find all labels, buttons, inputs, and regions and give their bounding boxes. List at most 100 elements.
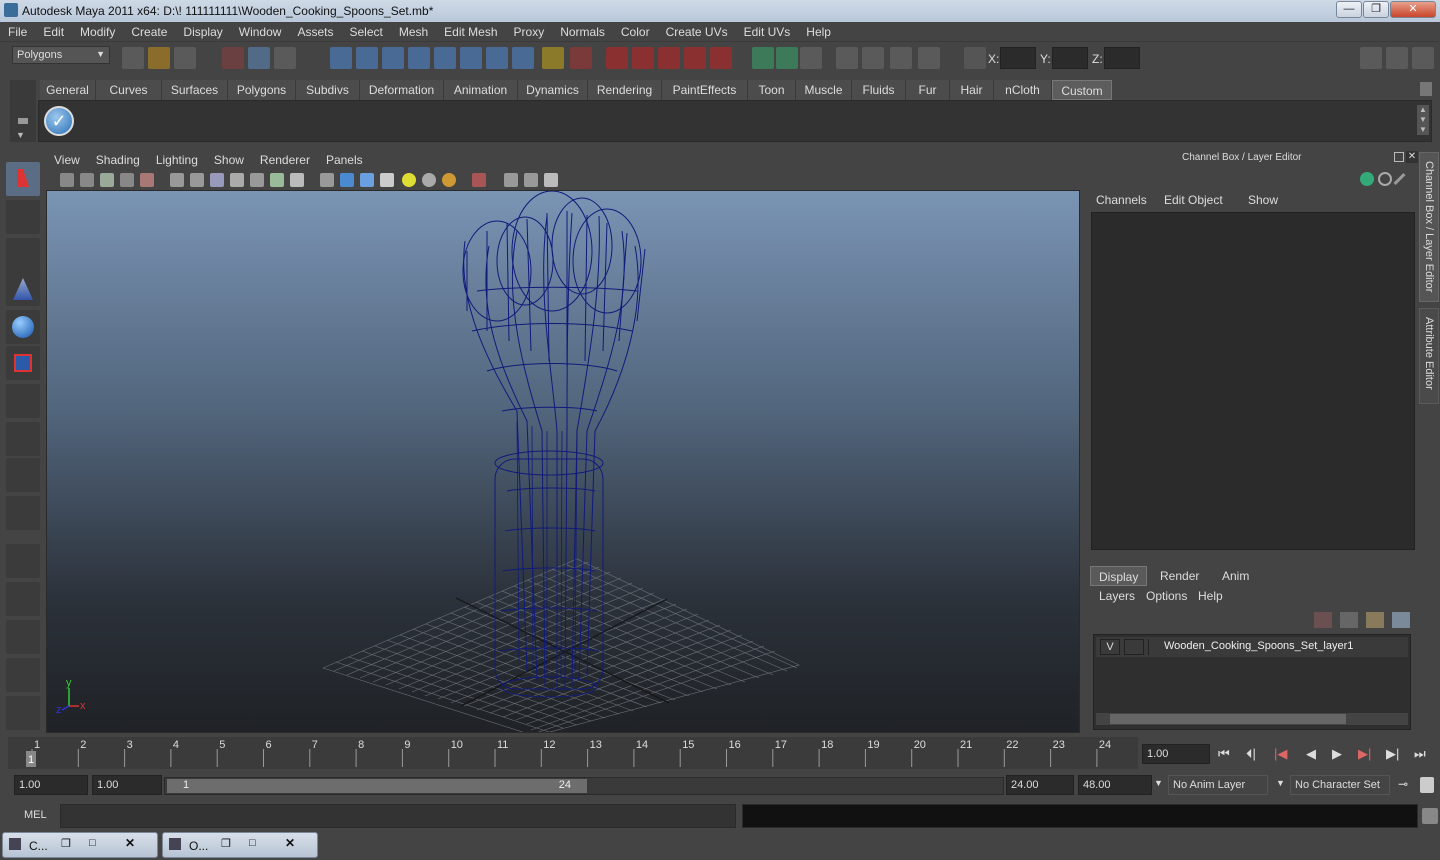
cb-menu-show[interactable]: Show: [1248, 193, 1278, 207]
play-forwards-icon[interactable]: ▶: [1332, 746, 1342, 762]
vp-menu-panels[interactable]: Panels: [318, 150, 371, 170]
tab-rendering[interactable]: Rendering: [588, 80, 662, 100]
key-icon[interactable]: ⊸: [1398, 777, 1408, 791]
menu-edit-mesh[interactable]: Edit Mesh: [436, 22, 505, 42]
mel-label[interactable]: MEL: [24, 809, 47, 821]
render-view-icon[interactable]: [710, 47, 732, 69]
menu-file[interactable]: File: [0, 22, 35, 42]
menu-assets[interactable]: Assets: [289, 22, 341, 42]
vp-menu-lighting[interactable]: Lighting: [148, 150, 206, 170]
rotate-tool-icon[interactable]: [6, 310, 40, 344]
construction-history-icon[interactable]: [570, 47, 592, 69]
last-tool-slot[interactable]: [6, 496, 40, 530]
command-input[interactable]: [60, 804, 736, 828]
film-gate-icon[interactable]: [190, 173, 204, 187]
lasso-tool-icon[interactable]: [6, 200, 40, 234]
tab-dynamics[interactable]: Dynamics: [518, 80, 588, 100]
scale-tool-icon[interactable]: [6, 346, 40, 380]
input-line-icon[interactable]: [752, 47, 774, 69]
tab-polygons[interactable]: Polygons: [228, 80, 296, 100]
restore-icon[interactable]: ❐: [61, 837, 71, 850]
scene-start-field[interactable]: 1.00: [14, 775, 88, 795]
vp-menu-renderer[interactable]: Renderer: [252, 150, 318, 170]
clapper-icon[interactable]: [862, 47, 884, 69]
input-mode-icon[interactable]: [776, 47, 798, 69]
step-forward-key-icon[interactable]: ▶|: [1358, 746, 1371, 762]
trash-icon[interactable]: [1420, 82, 1432, 96]
menu-create-uvs[interactable]: Create UVs: [658, 22, 736, 42]
snap-point-icon[interactable]: [382, 47, 404, 69]
play-backwards-icon[interactable]: ◀: [1306, 746, 1316, 762]
xray-components-icon[interactable]: [544, 173, 558, 187]
menu-mesh[interactable]: Mesh: [391, 22, 436, 42]
select-hierarchy-icon[interactable]: [222, 47, 244, 69]
isolate-select-icon[interactable]: [472, 173, 486, 187]
safe-action-icon[interactable]: [270, 173, 284, 187]
script-editor-icon[interactable]: [1422, 808, 1438, 824]
tab-render[interactable]: Render: [1152, 566, 1207, 586]
lock-icon[interactable]: [542, 47, 564, 69]
minimized-window-1[interactable]: C... ❐ □ ✕: [2, 832, 158, 858]
mental-ray-icon[interactable]: [918, 47, 940, 69]
menu-select[interactable]: Select: [341, 22, 390, 42]
vp-menu-show[interactable]: Show: [206, 150, 252, 170]
menu-window[interactable]: Window: [231, 22, 290, 42]
snap-view-icon[interactable]: [408, 47, 430, 69]
snap-grid-icon[interactable]: [330, 47, 352, 69]
close-panel-icon[interactable]: ✕: [1406, 151, 1418, 163]
menu-create[interactable]: Create: [123, 22, 175, 42]
tab-painteffects[interactable]: PaintEffects: [662, 80, 748, 100]
maximize-icon[interactable]: □: [249, 837, 256, 849]
tab-subdivs[interactable]: Subdivs: [296, 80, 360, 100]
minimized-window-2[interactable]: O... ❐ □ ✕: [162, 832, 318, 858]
menu-modify[interactable]: Modify: [72, 22, 123, 42]
layer-color-swatch[interactable]: [1148, 639, 1160, 655]
menu-display[interactable]: Display: [175, 22, 230, 42]
perspective-viewport[interactable]: y x z: [46, 190, 1080, 733]
menu-edit[interactable]: Edit: [35, 22, 72, 42]
menu-edit-uvs[interactable]: Edit UVs: [736, 22, 799, 42]
tab-surfaces[interactable]: Surfaces: [162, 80, 228, 100]
z-field[interactable]: [1104, 47, 1140, 69]
tab-channel-box[interactable]: Channel Box / Layer Editor: [1419, 152, 1439, 302]
snap-live-icon[interactable]: [434, 47, 456, 69]
shelf-scroll-arrows[interactable]: ▲ ▼ ▼: [1417, 105, 1429, 135]
tab-toon[interactable]: Toon: [748, 80, 796, 100]
wireframe-icon[interactable]: [320, 173, 334, 187]
x-field[interactable]: [1000, 47, 1036, 69]
safe-title-icon[interactable]: [290, 173, 304, 187]
range-handle[interactable]: 1 24: [167, 779, 587, 793]
tool-settings-toggle-icon[interactable]: [1386, 47, 1408, 69]
save-scene-icon[interactable]: [174, 47, 196, 69]
layer-row[interactable]: V Wooden_Cooking_Spoons_Set_layer1: [1096, 637, 1408, 657]
new-scene-icon[interactable]: [122, 47, 144, 69]
move-layer-up-icon[interactable]: [1314, 612, 1332, 628]
layer-menu-help[interactable]: Help: [1198, 589, 1223, 603]
y-field[interactable]: [1052, 47, 1088, 69]
layer-menu-options[interactable]: Options: [1146, 589, 1187, 603]
tab-display[interactable]: Display: [1090, 566, 1148, 586]
tab-hair[interactable]: Hair: [950, 80, 994, 100]
menu-help[interactable]: Help: [798, 22, 839, 42]
time-slider[interactable]: 1 2 3 4 5 6 7 8 9 10 11 12 13 14 15 16 17 18 19 20 21 22 23 24 1: [8, 737, 1138, 769]
resolution-gate-icon[interactable]: [210, 173, 224, 187]
two-d-pan-zoom-icon[interactable]: [140, 173, 154, 187]
batch-render-icon[interactable]: [890, 47, 912, 69]
paint-select-tool-icon[interactable]: [6, 238, 40, 272]
snap-curve-icon[interactable]: [356, 47, 378, 69]
tab-general[interactable]: General: [40, 80, 96, 100]
tab-fluids[interactable]: Fluids: [852, 80, 906, 100]
layer-display-type-toggle[interactable]: [1124, 639, 1144, 655]
tab-curves[interactable]: Curves: [96, 80, 162, 100]
open-scene-icon[interactable]: [148, 47, 170, 69]
step-forward-frame-icon[interactable]: ▶|: [1386, 746, 1399, 762]
universal-manipulator-icon[interactable]: [6, 384, 40, 418]
maximize-icon[interactable]: □: [89, 837, 96, 849]
shadows-icon[interactable]: [442, 173, 456, 187]
scene-end-field[interactable]: 48.00: [1078, 775, 1152, 795]
transform-input-icon[interactable]: [964, 47, 986, 69]
tab-ncloth[interactable]: nCloth: [994, 80, 1052, 100]
vp-menu-view[interactable]: View: [46, 150, 88, 170]
camera-attributes-icon[interactable]: [80, 173, 94, 187]
show-manipulator-icon[interactable]: [6, 458, 40, 492]
